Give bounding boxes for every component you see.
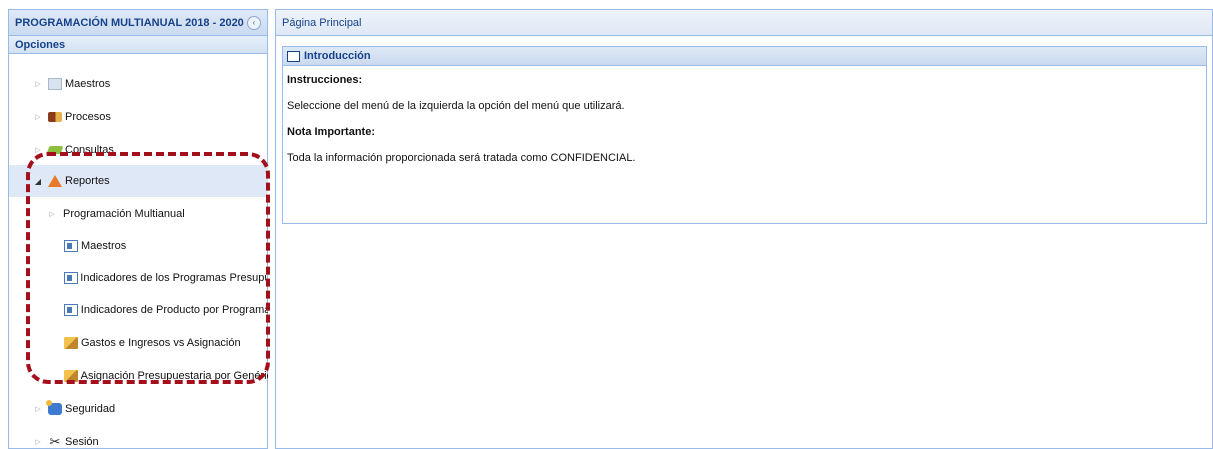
window-icon bbox=[287, 50, 300, 62]
tree-item-maestros[interactable]: ▷ Maestros bbox=[9, 68, 268, 100]
main-content-panel: Página Principal Introducción Instruccio… bbox=[275, 9, 1213, 449]
main-panel-header: Página Principal bbox=[276, 10, 1212, 36]
menu-tree: ▷ Maestros ▷ Procesos ▷ Consultas ◢ Repo… bbox=[9, 54, 268, 449]
intro-panel-header: Introducción bbox=[283, 47, 1206, 66]
intro-panel: Introducción Instrucciones: Seleccione d… bbox=[282, 46, 1207, 224]
tree-item-indicadores-programas[interactable]: Indicadores de los Programas Presupue bbox=[9, 262, 268, 294]
tree-item-consultas[interactable]: ▷ Consultas bbox=[9, 134, 268, 166]
tree-item-report-maestros[interactable]: Maestros bbox=[9, 230, 268, 262]
query-icon bbox=[46, 143, 64, 157]
tree-item-label: Sesión bbox=[65, 436, 99, 448]
report-chart-icon bbox=[63, 336, 79, 350]
expand-arrow-icon[interactable]: ▷ bbox=[33, 405, 43, 413]
navigation-panel-header: PROGRAMACIÓN MULTIANUAL 2018 - 2020 ‹ bbox=[9, 10, 267, 36]
process-icon bbox=[47, 110, 63, 124]
tree-item-asignacion-presupuestaria[interactable]: Asignación Presupuestaria por Genéric bbox=[9, 360, 268, 392]
tree-item-label: Maestros bbox=[65, 78, 111, 90]
tree-item-label: Asignación Presupuestaria por Genéric bbox=[80, 370, 268, 382]
reports-icon bbox=[47, 174, 63, 188]
note-heading: Nota Importante: bbox=[287, 126, 375, 138]
tree-item-label: Procesos bbox=[65, 111, 111, 123]
note-text: Toda la información proporcionada será t… bbox=[287, 152, 636, 164]
instructions-heading: Instrucciones: bbox=[287, 74, 363, 86]
tree-item-procesos[interactable]: ▷ Procesos bbox=[9, 101, 268, 133]
tree-item-label: Programación Multianual bbox=[63, 208, 185, 220]
expand-arrow-icon[interactable]: ▷ bbox=[47, 210, 57, 218]
report-doc-icon bbox=[63, 271, 78, 285]
app-title: PROGRAMACIÓN MULTIANUAL 2018 - 2020 bbox=[15, 16, 244, 29]
report-doc-icon bbox=[63, 303, 79, 317]
tree-item-label: Indicadores de los Programas Presupue bbox=[80, 272, 268, 284]
collapse-panel-button[interactable]: ‹ bbox=[247, 16, 261, 30]
tree-item-indicadores-producto[interactable]: Indicadores de Producto por Programa bbox=[9, 294, 268, 326]
tree-item-seguridad[interactable]: ▷ Seguridad bbox=[9, 393, 268, 425]
expand-arrow-icon[interactable]: ▷ bbox=[33, 80, 43, 88]
tree-item-label: Consultas bbox=[65, 144, 114, 156]
tree-item-programacion-multianual[interactable]: ▷ Programación Multianual bbox=[9, 198, 268, 230]
tree-item-gastos-ingresos[interactable]: Gastos e Ingresos vs Asignación bbox=[9, 327, 268, 359]
intro-title: Introducción bbox=[304, 50, 371, 62]
report-doc-icon bbox=[63, 239, 79, 253]
folder-icon bbox=[47, 77, 63, 91]
tree-item-label: Indicadores de Producto por Programa bbox=[80, 304, 268, 316]
tree-item-sesion[interactable]: ▷ ✂ Sesión bbox=[9, 426, 268, 449]
expand-arrow-icon[interactable]: ▷ bbox=[33, 438, 43, 446]
tree-item-label: Maestros bbox=[81, 240, 127, 252]
instructions-text: Seleccione del menú de la izquierda la o… bbox=[287, 100, 625, 112]
report-chart-icon bbox=[63, 369, 79, 383]
security-icon bbox=[46, 400, 63, 416]
scissors-icon: ✂ bbox=[49, 434, 61, 449]
tree-item-label: Reportes bbox=[65, 175, 110, 187]
options-header: Opciones bbox=[9, 36, 267, 54]
expand-arrow-icon[interactable]: ▷ bbox=[33, 113, 43, 121]
navigation-panel: PROGRAMACIÓN MULTIANUAL 2018 - 2020 ‹ Op… bbox=[8, 9, 268, 449]
expand-arrow-icon[interactable]: ▷ bbox=[33, 146, 43, 154]
tree-item-reportes[interactable]: ◢ Reportes bbox=[9, 165, 268, 197]
tree-item-label: Gastos e Ingresos vs Asignación bbox=[81, 337, 241, 349]
collapse-arrow-icon[interactable]: ◢ bbox=[33, 177, 43, 186]
tree-item-label: Seguridad bbox=[65, 403, 116, 415]
intro-body: Instrucciones: Seleccione del menú de la… bbox=[283, 66, 1206, 186]
